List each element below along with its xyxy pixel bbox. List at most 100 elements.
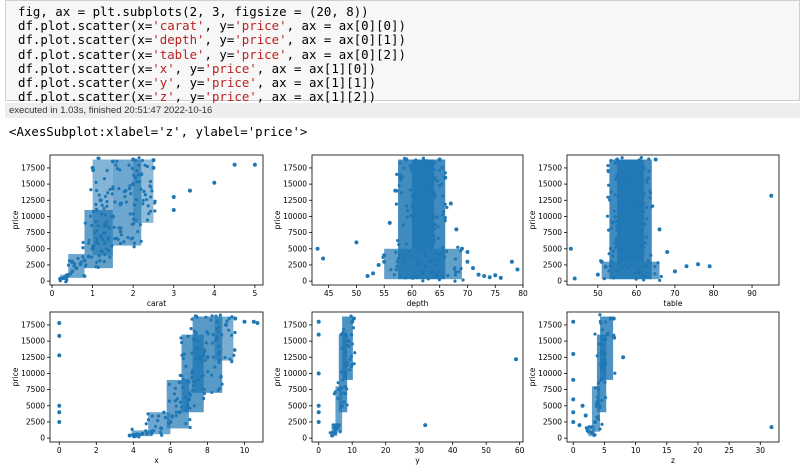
data-point (343, 392, 348, 396)
data-point (252, 162, 257, 167)
data-point (609, 158, 613, 163)
data-point (625, 239, 629, 243)
data-point (605, 332, 610, 337)
data-point (122, 189, 126, 194)
data-point (398, 175, 403, 180)
data-point (97, 193, 101, 197)
data-point (340, 403, 345, 408)
data-point (707, 264, 712, 269)
data-point (593, 332, 597, 336)
data-point (94, 202, 98, 207)
data-point (189, 327, 193, 331)
y-tick-label: 5000 (543, 401, 562, 410)
x-tick-label: 8 (205, 446, 210, 455)
data-point (343, 385, 348, 389)
x-tick-label: 6 (168, 446, 173, 455)
data-point (626, 266, 630, 270)
data-point (644, 178, 649, 182)
data-point (603, 320, 608, 324)
data-point (606, 164, 610, 168)
x-tick-label: 55 (379, 289, 389, 298)
data-point (219, 375, 223, 379)
data-point (332, 392, 336, 396)
data-point (131, 182, 136, 187)
data-point (403, 276, 408, 280)
data-point (149, 429, 154, 434)
data-point (423, 423, 428, 428)
data-point (251, 319, 256, 324)
data-point (602, 277, 606, 281)
data-point (493, 273, 498, 278)
data-point (634, 277, 638, 281)
data-point (348, 368, 352, 372)
data-point (615, 157, 620, 162)
data-point (607, 252, 611, 256)
x-tick-label: 70 (463, 289, 473, 298)
data-point (146, 418, 150, 422)
y-tick-label: 0 (557, 434, 562, 443)
data-point (633, 202, 637, 206)
data-point (215, 320, 219, 324)
data-point (422, 246, 426, 250)
data-point (437, 157, 442, 162)
data-point (611, 249, 615, 253)
data-point (180, 340, 184, 345)
data-point (118, 241, 123, 246)
data-point (414, 158, 418, 162)
x-axis-label: y (415, 456, 420, 465)
data-point (127, 187, 132, 191)
data-point (644, 235, 648, 239)
data-point (127, 163, 131, 167)
data-point (95, 208, 99, 212)
x-tick-label: 0 (50, 289, 55, 298)
data-point (465, 259, 470, 264)
data-point (96, 224, 100, 228)
data-point (393, 188, 398, 193)
data-point (354, 240, 359, 245)
x-axis-label: depth (407, 299, 429, 308)
data-point (66, 263, 71, 267)
data-point (646, 259, 650, 263)
data-point (90, 255, 94, 259)
point-cloud (571, 313, 774, 438)
data-point (159, 426, 164, 431)
data-point (610, 254, 615, 258)
data-point (395, 172, 399, 176)
data-point (614, 220, 618, 224)
data-point (603, 337, 608, 342)
data-point (343, 364, 348, 368)
data-point (196, 377, 201, 382)
data-point (651, 204, 655, 208)
x-tick-label: 10 (631, 446, 641, 455)
data-point (440, 213, 445, 217)
data-point (583, 413, 588, 418)
data-point (432, 234, 436, 238)
x-tick-label: 50 (352, 289, 362, 298)
data-point (633, 264, 637, 268)
data-point (83, 274, 87, 278)
data-point (144, 429, 148, 433)
data-point (184, 421, 188, 426)
data-point (432, 241, 436, 245)
y-tick-label: 15000 (283, 180, 307, 189)
data-point (210, 341, 215, 345)
data-point (103, 253, 107, 257)
data-point (218, 313, 222, 317)
data-point (141, 198, 145, 203)
data-point (96, 265, 100, 269)
data-point (111, 185, 115, 189)
data-point (168, 419, 173, 424)
data-point (672, 269, 677, 274)
data-point (607, 183, 611, 187)
data-point (643, 241, 647, 245)
data-point (427, 190, 431, 194)
data-point (204, 341, 208, 345)
data-point (149, 195, 153, 199)
data-point (110, 214, 115, 219)
data-point (409, 255, 413, 259)
scatter-subplot-x: 0 2 4 6 8 10 0 2500 5000 7500 10000 12500 15000 17500… (11, 311, 264, 465)
data-point (587, 425, 591, 429)
data-point (150, 414, 154, 418)
data-point (611, 221, 615, 225)
data-point (108, 255, 112, 259)
